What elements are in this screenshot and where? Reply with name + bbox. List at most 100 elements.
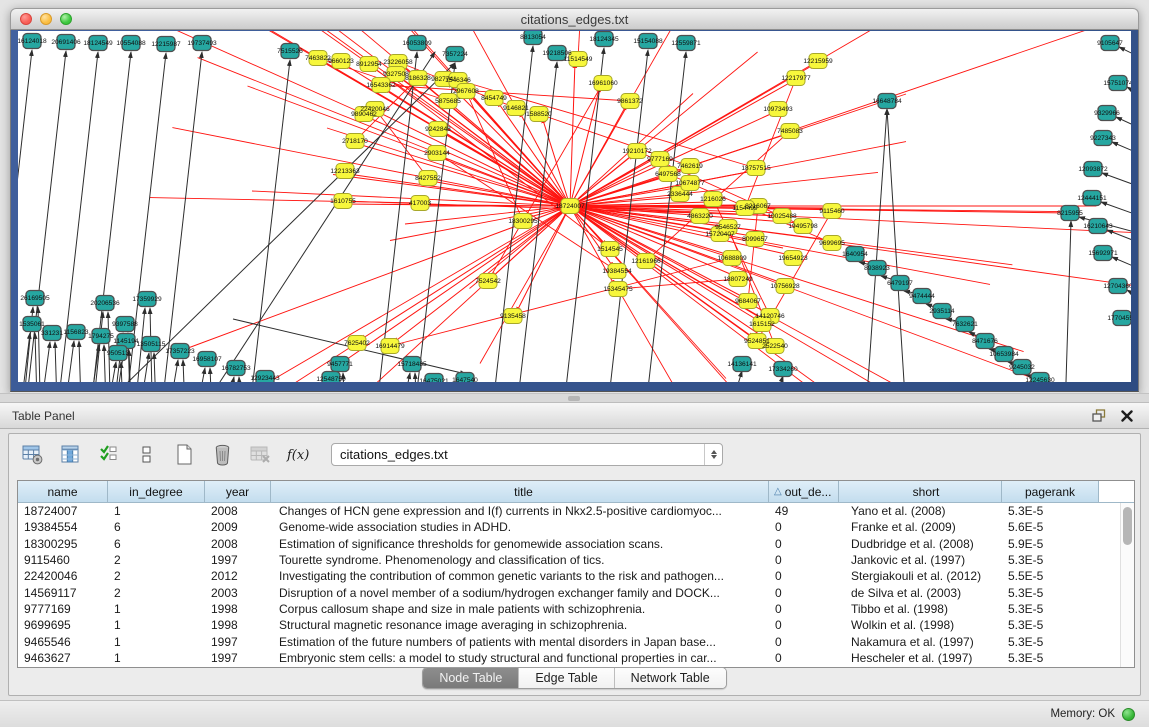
node-label: 8099657 xyxy=(742,236,768,243)
table-row[interactable]: 946362711997Embryonic stem cells: a mode… xyxy=(18,650,1120,666)
table-row[interactable]: 969969511998Structural magnetic resonanc… xyxy=(18,617,1120,633)
table-scrollbar[interactable] xyxy=(1120,503,1134,667)
node-label: 9546527 xyxy=(715,224,741,231)
table-settings-icon[interactable] xyxy=(19,441,45,467)
table-toolbar: f(x) citations_edges.txt xyxy=(9,434,1140,474)
tab-node-table[interactable]: Node Table xyxy=(423,668,519,688)
table-row[interactable]: 977716911998Corpus callosum shape and si… xyxy=(18,601,1120,617)
node-label: 16475021 xyxy=(419,378,449,382)
node-label: 16958107 xyxy=(192,356,222,363)
table-cell: 0 xyxy=(769,586,839,600)
table-cell: 1 xyxy=(108,618,205,632)
clear-selection-icon[interactable] xyxy=(133,441,159,467)
node-label: 16782753 xyxy=(221,365,251,372)
table-cell: 5.9E-5 xyxy=(1002,537,1099,551)
close-panel-icon[interactable] xyxy=(1117,407,1137,425)
table-cell: 5.6E-5 xyxy=(1002,520,1099,534)
table-cell: Tibbo et al. (1998) xyxy=(839,602,1002,616)
memory-status-label: Memory: OK xyxy=(1050,708,1115,720)
node-label: 7515526 xyxy=(277,48,303,55)
node-label: 9457771 xyxy=(327,361,353,368)
column-header-year[interactable]: year xyxy=(205,481,271,502)
table-row[interactable]: 1938455462009Genome-wide association stu… xyxy=(18,519,1120,535)
node-label: 1216026 xyxy=(700,196,726,203)
table-cell: 6 xyxy=(108,537,205,551)
node-label: 7625402 xyxy=(344,340,370,347)
function-builder-icon[interactable]: f(x) xyxy=(285,441,311,467)
node-label: 16961060 xyxy=(588,80,618,87)
column-header-name[interactable]: name xyxy=(18,481,108,502)
column-header-pagerank[interactable]: pagerank xyxy=(1002,481,1099,502)
table-cell: Changes of HCN gene expression and I(f) … xyxy=(271,504,769,518)
float-panel-icon[interactable] xyxy=(1089,407,1109,425)
node-label: 1154499 xyxy=(732,205,758,212)
select-all-icon[interactable] xyxy=(95,441,121,467)
table-cell: 18724007 xyxy=(18,504,108,518)
table-selector-dropdown[interactable]: citations_edges.txt xyxy=(331,443,723,466)
table-cell: 0 xyxy=(769,553,839,567)
table-row[interactable]: 946554611997Estimation of the future num… xyxy=(18,633,1120,649)
network-frame: 1872400774638229660123891295423226058932… xyxy=(10,30,1139,392)
memory-status-indicator[interactable] xyxy=(1122,708,1135,721)
table-cell: 5.3E-5 xyxy=(1002,504,1099,518)
node-label: 6497568 xyxy=(655,171,681,178)
table-tabs: Node TableEdge TableNetwork Table xyxy=(9,667,1140,689)
table-cell: 0 xyxy=(769,569,839,583)
node-label: 9105647 xyxy=(1097,40,1123,47)
column-header-short[interactable]: short xyxy=(839,481,1002,502)
node-label: 15720407 xyxy=(705,231,735,238)
table-cell: Estimation of significance thresholds fo… xyxy=(271,537,769,551)
node-label: 8215955 xyxy=(1057,210,1083,217)
column-header-title[interactable]: title xyxy=(271,481,769,502)
node-label: 16053809 xyxy=(402,40,432,47)
table-cell: 5.3E-5 xyxy=(1002,586,1099,600)
column-visibility-icon[interactable] xyxy=(57,441,83,467)
table-cell: 6 xyxy=(108,520,205,534)
node-label: 15154088 xyxy=(633,38,663,45)
node-label: 19384554 xyxy=(602,268,632,275)
svg-text:f(x): f(x) xyxy=(286,448,309,463)
node-label: 1546346 xyxy=(445,77,471,84)
table-cell: 9465546 xyxy=(18,635,108,649)
node-label: 17334260 xyxy=(768,366,798,373)
node-label: 12213363 xyxy=(330,168,360,175)
network-canvas[interactable]: 1872400774638229660123891295423226058932… xyxy=(18,31,1131,382)
table-row[interactable]: 1872400712008Changes of HCN gene express… xyxy=(18,503,1120,519)
table-row[interactable]: 1830029562008Estimation of significance … xyxy=(18,536,1120,552)
column-header-out-de-[interactable]: △out_de... xyxy=(769,481,839,502)
tab-edge-table[interactable]: Edge Table xyxy=(519,668,614,688)
table-cell: 1998 xyxy=(205,618,271,632)
node-label: 17359929 xyxy=(132,296,162,303)
delete-table-icon[interactable] xyxy=(247,441,273,467)
table-cell: Yano et al. (2008) xyxy=(839,504,1002,518)
tab-network-table[interactable]: Network Table xyxy=(615,668,726,688)
node-label: 11514549 xyxy=(564,56,593,63)
table-scrollbar-thumb[interactable] xyxy=(1123,507,1132,545)
split-handle[interactable] xyxy=(568,396,580,401)
table-cell: Corpus callosum shape and size in male p… xyxy=(271,602,769,616)
table-cell: Hescheler et al. (1997) xyxy=(839,651,1002,665)
table-cell: Disruption of a novel member of a sodium… xyxy=(271,586,769,600)
node-label: 2935114 xyxy=(929,308,955,315)
dropdown-stepper-icon xyxy=(704,444,722,465)
delete-column-icon[interactable] xyxy=(209,441,235,467)
table-row[interactable]: 1456911722003Disruption of a novel membe… xyxy=(18,584,1120,600)
node-label: 9890462 xyxy=(351,111,377,118)
new-column-icon[interactable] xyxy=(171,441,197,467)
table-cell: Genome-wide association studies in ADHD. xyxy=(271,520,769,534)
table-cell: 2 xyxy=(108,553,205,567)
node-label: 12161966 xyxy=(631,258,661,265)
node-label: 14120746 xyxy=(755,313,785,320)
split-divider[interactable] xyxy=(0,393,1149,403)
network-window-titlebar[interactable]: citations_edges.txt xyxy=(10,8,1139,30)
table-row[interactable]: 2242004622012Investigating the contribut… xyxy=(18,568,1120,584)
table-row[interactable]: 911546021997Tourette syndrome. Phenomeno… xyxy=(18,552,1120,568)
table-cell: 2 xyxy=(108,586,205,600)
node-label: 2718170 xyxy=(342,138,368,145)
node-label: 2336444 xyxy=(667,191,693,198)
table-cell: 9463627 xyxy=(18,651,108,665)
column-header-in-degree[interactable]: in_degree xyxy=(108,481,205,502)
node-label: 7632621 xyxy=(952,321,978,328)
table-cell: 5.3E-5 xyxy=(1002,618,1099,632)
table-cell: 0 xyxy=(769,520,839,534)
